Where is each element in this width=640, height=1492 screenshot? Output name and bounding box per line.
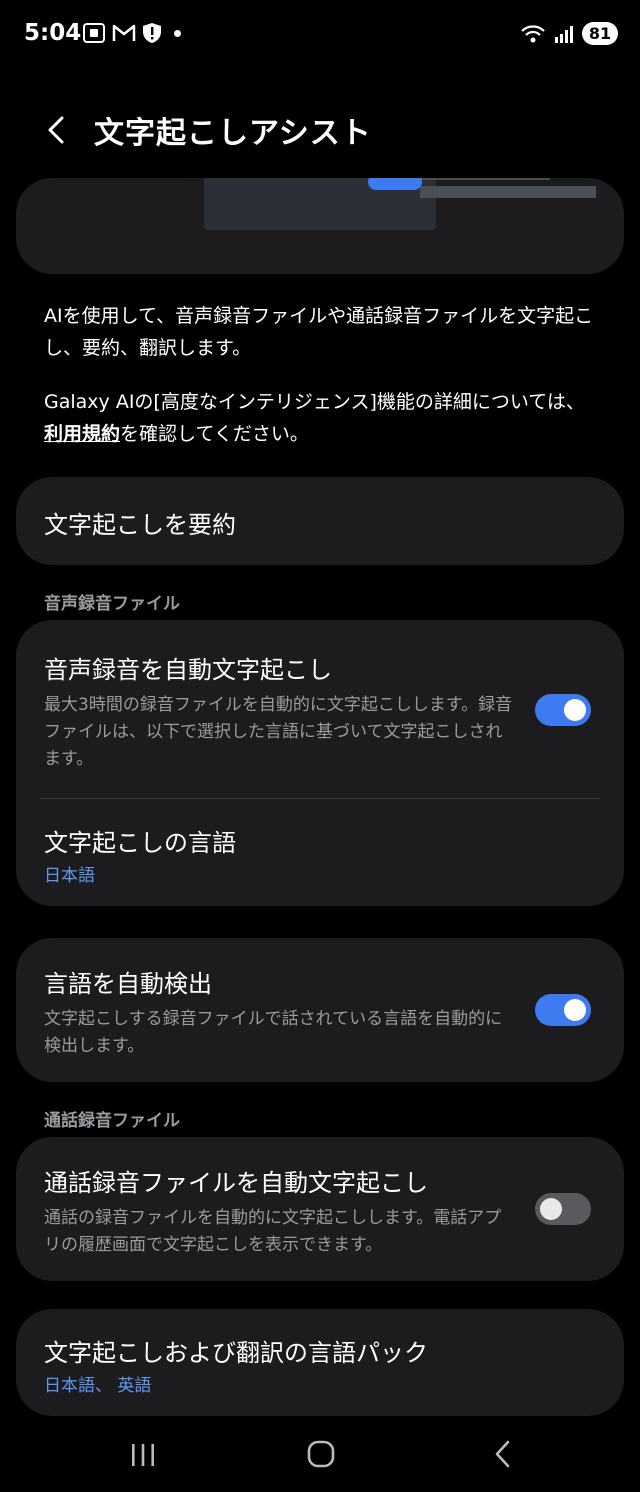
back-icon[interactable] — [488, 1438, 518, 1470]
status-icons-right: 81 — [520, 22, 618, 45]
auto-transcribe-call-description: 通話の録音ファイルを自動的に文字起こしします。電話アプリの履歴画面で文字起こしを… — [44, 1208, 502, 1255]
auto-transcribe-voice-item[interactable]: 音声録音を自動文字起こし 最大3時間の録音ファイルを自動的に文字起こしします。録… — [16, 620, 624, 798]
terms-text-after: を確認してください。 — [120, 423, 309, 445]
auto-transcribe-voice-toggle[interactable] — [535, 694, 591, 726]
language-pack-title: 文字起こしおよび翻訳の言語パック — [44, 1339, 428, 1367]
home-icon[interactable] — [305, 1438, 337, 1470]
auto-transcribe-voice-title: 音声録音を自動文字起こし — [44, 656, 332, 684]
status-time: 5:04 — [24, 20, 82, 46]
language-pack-value: 日本語、 英語 — [44, 1376, 152, 1396]
page-title: 文字起こしアシスト — [94, 116, 372, 151]
voice-recording-settings-card: 音声録音を自動文字起こし 最大3時間の録音ファイルを自動的に文字起こしします。録… — [16, 620, 624, 906]
section-label-voice-recordings: 音声録音ファイル — [44, 594, 180, 614]
summarize-transcript-title: 文字起こしを要約 — [44, 511, 236, 539]
transcription-language-value: 日本語 — [44, 866, 95, 886]
auto-transcribe-call-toggle[interactable] — [535, 1193, 591, 1225]
chevron-left-icon — [48, 116, 64, 144]
transcription-language-title: 文字起こしの言語 — [44, 829, 236, 857]
auto-detect-language-toggle[interactable] — [535, 994, 591, 1026]
notification-dot-icon — [174, 29, 181, 37]
battery-icon: 81 — [582, 22, 618, 45]
terms-link[interactable]: 利用規約 — [44, 423, 120, 445]
feature-description: AIを使用して、音声録音ファイルや通話録音ファイルを文字起こし、要約、翻訳します… — [44, 305, 594, 359]
terms-description: Galaxy AIの[高度なインテリジェンス]機能の詳細については、利用規約を確… — [44, 386, 600, 450]
summarize-transcript-item[interactable]: 文字起こしを要約 — [16, 477, 624, 565]
toggle-knob — [540, 1198, 562, 1220]
auto-transcribe-call-title: 通話録音ファイルを自動文字起こし — [44, 1169, 428, 1197]
illustration-line — [420, 186, 596, 198]
status-bar: 5:04 81 — [0, 0, 640, 70]
section-label-call-recordings: 通話録音ファイル — [44, 1111, 180, 1131]
signal-icon — [555, 25, 573, 43]
auto-transcribe-call-item[interactable]: 通話録音ファイルを自動文字起こし 通話の録音ファイルを自動的に文字起こしします。… — [16, 1137, 624, 1281]
auto-transcribe-voice-description: 最大3時間の録音ファイルを自動的に文字起こしします。録音ファイルは、以下で選択し… — [44, 695, 513, 769]
auto-detect-language-description: 文字起こしする録音ファイルで話されている言語を自動的に検出します。 — [44, 1009, 503, 1056]
illustration-line — [420, 178, 550, 180]
wifi-icon — [521, 24, 545, 42]
chat-bubble-icon — [368, 178, 422, 190]
gmail-icon — [112, 24, 136, 41]
recent-apps-icon[interactable] — [128, 1440, 158, 1470]
app-header: 文字起こしアシスト — [0, 98, 640, 162]
toggle-knob — [564, 699, 586, 721]
auto-detect-language-item[interactable]: 言語を自動検出 文字起こしする録音ファイルで話されている言語を自動的に検出します… — [16, 938, 624, 1082]
terms-text-before: Galaxy AIの[高度なインテリジェンス]機能の詳細については、 — [44, 391, 585, 413]
back-button[interactable] — [36, 108, 76, 152]
language-pack-item[interactable]: 文字起こしおよび翻訳の言語パック 日本語、 英語 — [16, 1309, 624, 1416]
shield-alert-icon — [143, 23, 161, 43]
toggle-knob — [564, 999, 586, 1021]
auto-detect-language-title: 言語を自動検出 — [44, 970, 212, 998]
screenshot-icon — [83, 23, 105, 43]
status-icons-left — [82, 22, 181, 44]
transcription-language-item[interactable]: 文字起こしの言語 日本語 — [16, 799, 624, 906]
navigation-bar — [0, 1420, 640, 1492]
hero-illustration-card — [16, 178, 624, 274]
